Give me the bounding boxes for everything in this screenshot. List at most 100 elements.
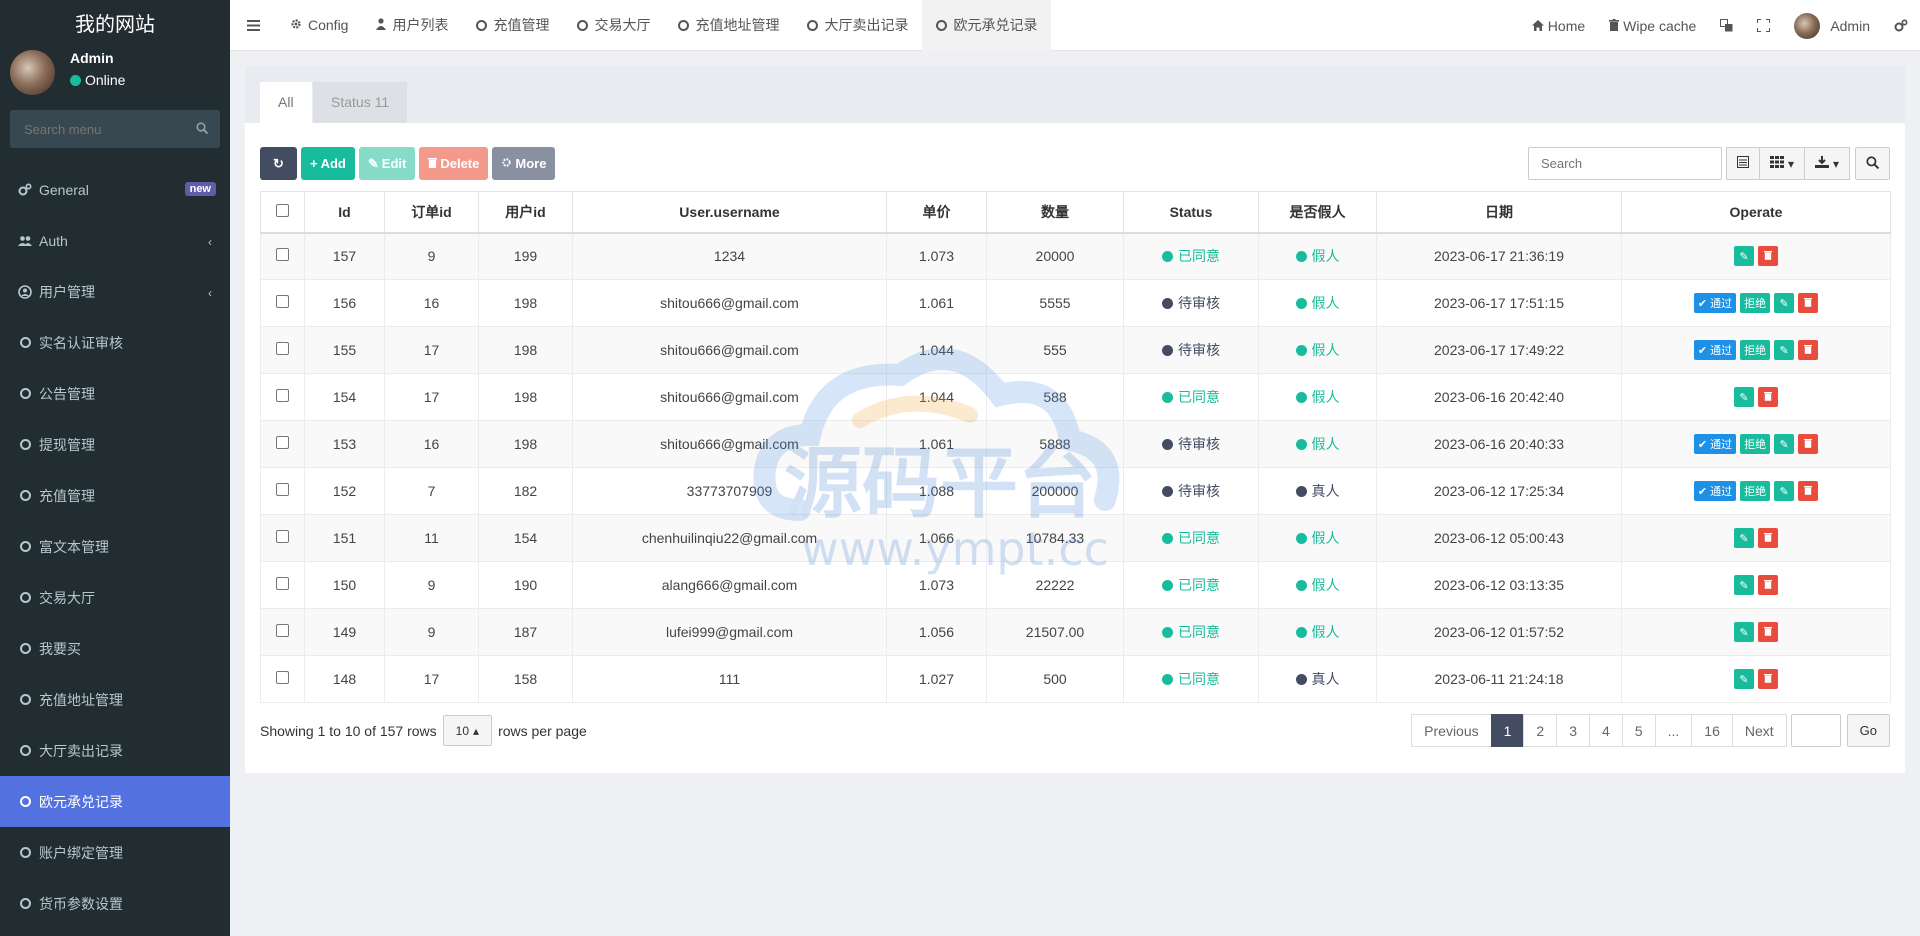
- tab-config[interactable]: Config: [276, 0, 362, 51]
- row-checkbox[interactable]: [260, 373, 305, 421]
- delete-row-button[interactable]: [1798, 434, 1819, 454]
- page-1[interactable]: 1: [1490, 714, 1525, 747]
- page-size-select[interactable]: 10 ▴: [442, 715, 493, 746]
- delete-row-button[interactable]: [1798, 293, 1819, 313]
- approve-button[interactable]: ✔ 通过: [1693, 340, 1737, 360]
- tab-user-list[interactable]: 用户列表: [362, 0, 462, 51]
- admin-menu[interactable]: Admin: [1782, 12, 1882, 39]
- tab-euro-accept[interactable]: 欧元承兑记录: [922, 0, 1052, 51]
- delete-row-button[interactable]: [1758, 246, 1778, 267]
- column-header[interactable]: User.username: [572, 191, 887, 234]
- edit-row-button[interactable]: ✎: [1734, 669, 1754, 689]
- cell-status[interactable]: 已同意: [1123, 655, 1259, 703]
- select-all-checkbox[interactable]: [260, 191, 305, 234]
- tab-all[interactable]: All: [260, 82, 312, 123]
- cell-status[interactable]: 已同意: [1123, 561, 1259, 609]
- delete-button[interactable]: Delete: [419, 147, 489, 180]
- sidebar-item-currency-params[interactable]: 货币参数设置: [0, 878, 230, 929]
- tab-status-11[interactable]: Status 11: [313, 82, 408, 123]
- delete-row-button[interactable]: [1758, 575, 1778, 595]
- cell-is-fake[interactable]: 假人: [1258, 232, 1377, 280]
- table-search-input[interactable]: [1527, 147, 1722, 180]
- edit-row-button[interactable]: ✎: [1734, 387, 1754, 407]
- reject-button[interactable]: 拒绝: [1740, 481, 1771, 501]
- cell-is-fake[interactable]: 假人: [1258, 514, 1377, 562]
- cell-is-fake[interactable]: 假人: [1258, 561, 1377, 609]
- column-header[interactable]: 是否假人: [1258, 191, 1377, 234]
- column-header[interactable]: Id: [304, 191, 385, 234]
- sidebar-item-hall-sell[interactable]: 大厅卖出记录: [0, 725, 230, 776]
- tab-recharge[interactable]: 充值管理: [462, 0, 563, 51]
- fullscreen-icon[interactable]: [1745, 19, 1782, 32]
- approve-button[interactable]: ✔ 通过: [1693, 481, 1737, 501]
- sidebar-item-auth[interactable]: Auth ‹: [0, 215, 230, 266]
- cell-is-fake[interactable]: 假人: [1258, 279, 1377, 327]
- brand-title[interactable]: 我的网站: [0, 0, 230, 50]
- cell-status[interactable]: 已同意: [1123, 232, 1259, 280]
- cell-is-fake[interactable]: 假人: [1258, 420, 1377, 468]
- approve-button[interactable]: ✔ 通过: [1693, 293, 1737, 313]
- row-checkbox[interactable]: [260, 467, 305, 515]
- sidebar-item-euro-accept[interactable]: 欧元承兑记录: [0, 776, 230, 827]
- row-checkbox[interactable]: [260, 608, 305, 656]
- edit-row-button[interactable]: ✎: [1734, 622, 1754, 642]
- delete-row-button[interactable]: [1798, 481, 1819, 501]
- approve-button[interactable]: ✔ 通过: [1693, 434, 1737, 454]
- row-checkbox[interactable]: [260, 279, 305, 327]
- translate-icon[interactable]: [1708, 19, 1745, 32]
- cell-status[interactable]: 已同意: [1123, 608, 1259, 656]
- row-checkbox[interactable]: [260, 561, 305, 609]
- export-button[interactable]: ▾: [1803, 147, 1850, 180]
- columns-button[interactable]: ▾: [1758, 147, 1805, 180]
- sidebar-item-account-binding[interactable]: 账户绑定管理: [0, 827, 230, 878]
- tab-hall-sell[interactable]: 大厅卖出记录: [793, 0, 922, 51]
- column-header[interactable]: 数量: [986, 191, 1124, 234]
- row-checkbox[interactable]: [260, 420, 305, 468]
- sidebar-item-user-mgmt[interactable]: 用户管理 ‹: [0, 266, 230, 317]
- sidebar-item-withdraw[interactable]: 提现管理: [0, 419, 230, 470]
- page-next[interactable]: Next: [1731, 714, 1787, 747]
- sidebar-item-notice[interactable]: 公告管理: [0, 368, 230, 419]
- search-menu-input[interactable]: [10, 110, 220, 148]
- wipe-cache-button[interactable]: Wipe cache: [1597, 18, 1708, 34]
- edit-row-button[interactable]: ✎: [1734, 528, 1754, 548]
- page-5[interactable]: 5: [1621, 714, 1656, 747]
- row-checkbox[interactable]: [260, 655, 305, 703]
- edit-row-button[interactable]: ✎: [1734, 575, 1754, 595]
- cell-is-fake[interactable]: 真人: [1258, 467, 1377, 515]
- tab-trade-hall[interactable]: 交易大厅: [563, 0, 664, 51]
- toggle-view-button[interactable]: [1725, 147, 1760, 180]
- sidebar-item-trade-hall[interactable]: 交易大厅: [0, 572, 230, 623]
- sidebar-item-general[interactable]: General new: [0, 164, 230, 215]
- reject-button[interactable]: 拒绝: [1740, 434, 1771, 454]
- column-header[interactable]: Status: [1123, 191, 1259, 234]
- home-link[interactable]: Home: [1520, 18, 1597, 34]
- refresh-button[interactable]: ↻: [260, 147, 297, 180]
- edit-row-button[interactable]: ✎: [1774, 293, 1795, 313]
- cell-status[interactable]: 已同意: [1123, 373, 1259, 421]
- sidebar-item-recharge[interactable]: 充值管理: [0, 470, 230, 521]
- page-previous[interactable]: Previous: [1411, 714, 1492, 747]
- edit-row-button[interactable]: ✎: [1734, 246, 1754, 267]
- delete-row-button[interactable]: [1758, 387, 1778, 407]
- reject-button[interactable]: 拒绝: [1740, 293, 1771, 313]
- sidebar-item-buy[interactable]: 我要买: [0, 623, 230, 674]
- delete-row-button[interactable]: [1758, 622, 1778, 642]
- cell-status[interactable]: 待审核: [1123, 326, 1259, 374]
- cell-status[interactable]: 待审核: [1123, 420, 1259, 468]
- delete-row-button[interactable]: [1798, 340, 1819, 360]
- column-header[interactable]: 用户id: [478, 191, 573, 234]
- reject-button[interactable]: 拒绝: [1740, 340, 1771, 360]
- delete-row-button[interactable]: [1758, 669, 1778, 689]
- page-2[interactable]: 2: [1523, 714, 1558, 747]
- column-header[interactable]: 单价: [886, 191, 987, 234]
- add-button[interactable]: + Add: [301, 147, 355, 180]
- page-3[interactable]: 3: [1556, 714, 1591, 747]
- edit-row-button[interactable]: ✎: [1774, 434, 1795, 454]
- cell-status[interactable]: 已同意: [1123, 514, 1259, 562]
- cogs-icon[interactable]: [1882, 18, 1920, 33]
- cell-is-fake[interactable]: 假人: [1258, 326, 1377, 374]
- delete-row-button[interactable]: [1758, 528, 1778, 548]
- page-go-button[interactable]: Go: [1846, 714, 1890, 747]
- page-jump-input[interactable]: [1790, 714, 1841, 747]
